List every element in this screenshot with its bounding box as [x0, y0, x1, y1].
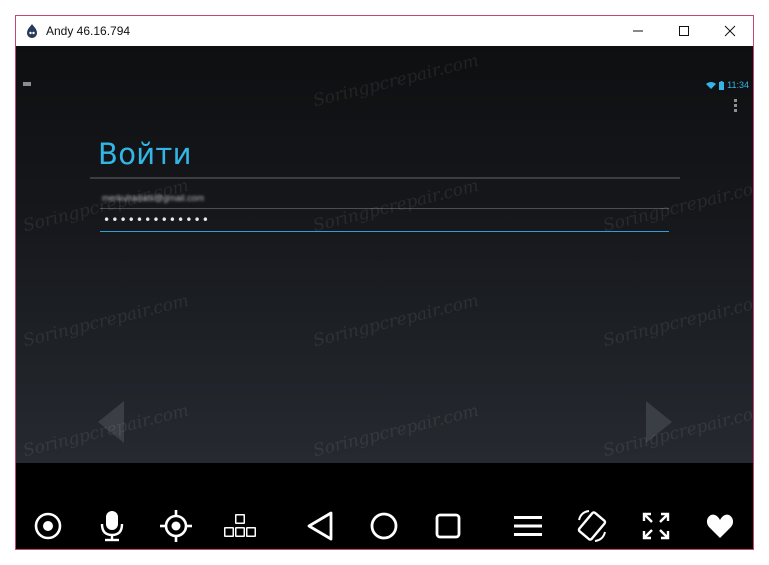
maximize-icon	[679, 26, 689, 36]
previous-arrow-icon[interactable]	[98, 401, 124, 443]
watermark-text: Soringpcrepair.com	[311, 290, 481, 352]
location-icon	[160, 510, 192, 542]
location-button[interactable]	[158, 508, 194, 544]
wifi-icon	[706, 82, 717, 89]
watermark-text: Soringpcrepair.com	[311, 50, 481, 112]
android-screen: 11:34 Войти merkuhadatti@gmail.com •••••…	[16, 46, 753, 463]
keyboard-keys-button[interactable]	[222, 508, 258, 544]
title-bar[interactable]: Andy 46.16.794	[16, 16, 753, 46]
heart-icon	[706, 514, 734, 538]
favorite-button[interactable]	[702, 508, 738, 544]
camera-icon	[34, 512, 62, 540]
microphone-button[interactable]	[94, 508, 130, 544]
fullscreen-icon	[642, 512, 670, 540]
password-field[interactable]: •••••••••••••	[100, 213, 669, 232]
email-value: merkuhadatti@gmail.com	[102, 193, 205, 203]
title-divider	[90, 177, 680, 179]
minimize-icon	[633, 30, 643, 32]
notification-icon	[23, 82, 31, 86]
maximize-button[interactable]	[661, 16, 707, 46]
window-title: Andy 46.16.794	[46, 24, 131, 38]
recents-icon	[435, 513, 461, 539]
camera-button[interactable]	[30, 508, 66, 544]
menu-icon	[514, 516, 542, 536]
watermark-text: Soringpcrepair.com	[601, 400, 753, 462]
back-button[interactable]	[302, 508, 338, 544]
status-bar: 11:34	[706, 80, 749, 90]
status-time: 11:34	[727, 80, 749, 90]
home-button[interactable]	[366, 508, 402, 544]
rotate-icon	[577, 510, 607, 542]
password-value: •••••••••••••	[103, 213, 210, 227]
andy-logo-icon	[27, 24, 37, 38]
keyboard-keys-icon	[224, 514, 256, 537]
battery-icon	[719, 80, 725, 90]
menu-button[interactable]	[510, 508, 546, 544]
emulator-window: Andy 46.16.794 11:34 Войти merkuhadatti@…	[15, 15, 754, 550]
close-icon	[724, 25, 736, 37]
email-field[interactable]: merkuhadatti@gmail.com	[100, 192, 669, 209]
watermark-text: Soringpcrepair.com	[21, 290, 191, 352]
watermark-text: Soringpcrepair.com	[311, 400, 481, 462]
overflow-menu-icon[interactable]	[734, 99, 738, 113]
microphone-icon	[100, 511, 124, 542]
watermark-text: Soringpcrepair.com	[601, 290, 753, 352]
home-icon	[370, 512, 398, 540]
emulator-toolbar	[16, 463, 753, 549]
next-arrow-icon[interactable]	[646, 401, 672, 443]
minimize-button[interactable]	[615, 16, 661, 46]
close-button[interactable]	[707, 16, 753, 46]
back-icon	[307, 511, 333, 541]
login-title: Войти	[98, 137, 192, 171]
rotate-button[interactable]	[574, 508, 610, 544]
fullscreen-button[interactable]	[638, 508, 674, 544]
recents-button[interactable]	[430, 508, 466, 544]
